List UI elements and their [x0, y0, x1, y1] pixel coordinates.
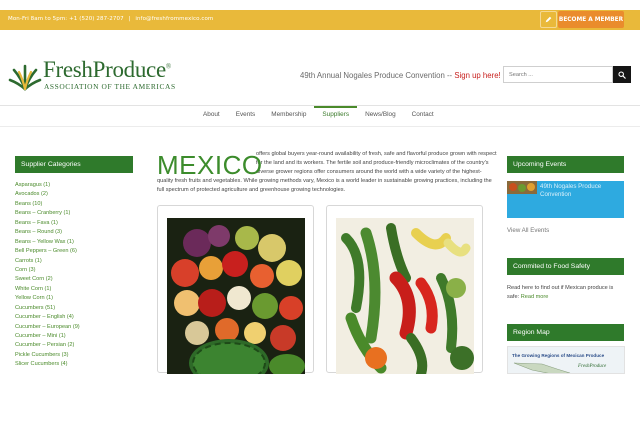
search-form	[503, 66, 631, 83]
category-link[interactable]: White Corn (1)	[15, 285, 135, 294]
category-link[interactable]: Sweet Corn (2)	[15, 275, 135, 284]
category-link[interactable]: Slicer Cucumbers (4)	[15, 360, 135, 369]
category-link[interactable]: Cucumbers (51)	[15, 304, 135, 313]
convention-text: 49th Annual Nogales Produce Convention -…	[300, 71, 455, 80]
category-link[interactable]: Carrots (1)	[15, 257, 135, 266]
office-hours: Mon-Fri 8am to 5pm:	[8, 16, 68, 22]
nav-item-contact[interactable]: Contact	[404, 106, 442, 126]
screen-top-margin	[0, 0, 640, 10]
event-title[interactable]: 49th Nogales Produce Convention	[540, 183, 620, 199]
category-link[interactable]: Avocados (2)	[15, 190, 135, 199]
phone-number[interactable]: +1 (520) 287-2707	[69, 16, 124, 22]
contact-info: Mon-Fri 8am to 5pm: +1 (520) 287-2707 | …	[8, 16, 213, 22]
nav-item-news-blog[interactable]: News/Blog	[357, 106, 404, 126]
category-link[interactable]: Pickle Cucumbers (3)	[15, 351, 135, 360]
event-thumbnail	[507, 181, 537, 194]
logo-subtitle: ASSOCIATION OF THE AMERICAS	[44, 82, 176, 91]
category-link[interactable]: Asparagus (1)	[15, 181, 135, 190]
map-shape	[513, 362, 571, 373]
read-more-link[interactable]: Read more	[521, 294, 549, 300]
food-safety-heading: Commited to Food Safety	[507, 258, 624, 275]
peppers-photo-card	[326, 205, 483, 374]
email-link[interactable]: info@freshfrommexico.com	[135, 16, 213, 22]
category-link[interactable]: Corn (3)	[15, 266, 135, 275]
category-link[interactable]: Cucumber – English (4)	[15, 313, 135, 322]
convention-announcement: 49th Annual Nogales Produce Convention -…	[300, 71, 501, 80]
nav-item-about[interactable]: About	[195, 106, 228, 126]
category-link[interactable]: Cucumber – European (9)	[15, 323, 135, 332]
category-link[interactable]: Yellow Corn (1)	[15, 294, 135, 303]
view-all-events-link[interactable]: View All Events	[507, 227, 549, 234]
logo-wordmark[interactable]: FreshProduce®	[43, 57, 171, 83]
category-link[interactable]: Cucumber – Persian (2)	[15, 341, 135, 350]
category-link[interactable]: Beans – Cranberry (1)	[15, 209, 135, 218]
wheat-logo-icon	[8, 64, 42, 91]
produce-photo-card	[157, 205, 314, 374]
search-icon	[618, 70, 626, 79]
event-card[interactable]: 49th Nogales Produce Convention	[507, 181, 624, 218]
upcoming-events-heading: Upcoming Events	[507, 156, 624, 173]
category-link[interactable]: Bell Peppers – Green (6)	[15, 247, 135, 256]
search-input[interactable]	[503, 66, 613, 83]
food-safety-text: Read here to find out if Mexican produce…	[507, 284, 627, 302]
main-nav: About Events Membership Suppliers News/B…	[195, 106, 442, 126]
nav-item-suppliers[interactable]: Suppliers	[314, 106, 358, 126]
map-caption: The Growing Regions of Mexican Produce	[512, 353, 605, 358]
signup-link[interactable]: Sign up here!	[454, 71, 500, 80]
nav-item-membership[interactable]: Membership	[263, 106, 314, 126]
supplier-categories-heading: Supplier Categories	[15, 156, 133, 173]
region-map-thumbnail[interactable]: The Growing Regions of Mexican Produce F…	[507, 346, 625, 374]
category-link[interactable]: Beans (10)	[15, 200, 135, 209]
category-list: Asparagus (1) Avocados (2) Beans (10) Be…	[15, 181, 135, 370]
category-link[interactable]: Beans – Round (3)	[15, 228, 135, 237]
nav-divider-bottom	[0, 126, 640, 127]
nav-item-events[interactable]: Events	[228, 106, 264, 126]
page-title: MEXICO	[157, 150, 263, 180]
peppers-image	[336, 218, 474, 374]
category-link[interactable]: Beans – Yellow Wax (1)	[15, 238, 135, 247]
mixed-produce-image	[167, 218, 305, 374]
category-link[interactable]: Beans – Fava (1)	[15, 219, 135, 228]
category-link[interactable]: Cucumber – Mini (1)	[15, 332, 135, 341]
pencil-button[interactable]	[540, 11, 557, 28]
pencil-icon	[545, 16, 552, 23]
become-member-button[interactable]: BECOME A MEMBER	[558, 11, 624, 28]
region-map-heading: Region Map	[507, 324, 624, 341]
separator: |	[128, 16, 131, 22]
search-button[interactable]	[613, 66, 631, 83]
map-logo: FreshProduce	[578, 364, 607, 369]
